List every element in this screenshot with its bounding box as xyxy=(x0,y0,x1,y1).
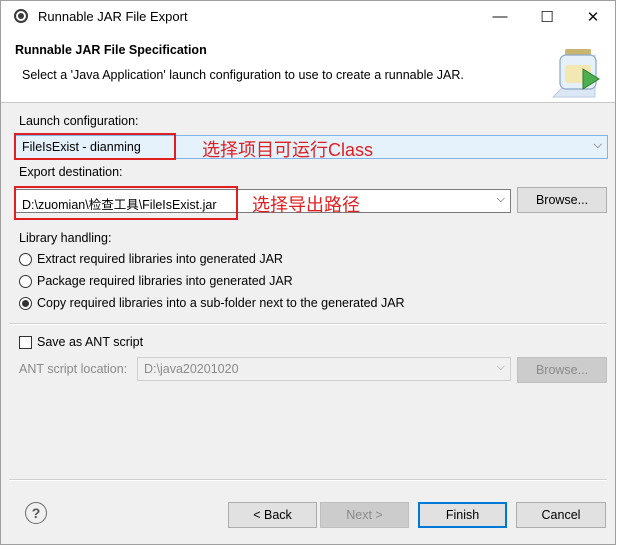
library-option-copy[interactable]: Copy required libraries into a sub-folde… xyxy=(19,294,405,312)
export-browse-button[interactable]: Browse... xyxy=(517,187,607,213)
chevron-down-icon: ⌵ xyxy=(593,139,602,151)
wizard-header: Runnable JAR File Specification Select a… xyxy=(1,32,615,103)
library-option-extract-label: Extract required libraries into generate… xyxy=(37,252,283,266)
separator xyxy=(9,323,607,325)
export-annotation-text: 选择导出路径 xyxy=(252,195,360,215)
radio-package[interactable] xyxy=(19,274,32,288)
title-bar: Runnable JAR File Export — ☐ ✕ xyxy=(1,1,615,32)
ant-location-input: D:\java20201020 ⌵ xyxy=(137,357,511,381)
maximize-button[interactable]: ☐ xyxy=(524,1,570,32)
close-button[interactable]: ✕ xyxy=(570,1,616,32)
launch-annotation-text: 选择项目可运行Class xyxy=(202,140,374,160)
footer-separator xyxy=(9,479,607,481)
save-ant-script[interactable]: Save as ANT script xyxy=(19,333,143,351)
eclipse-icon xyxy=(14,9,28,23)
ant-browse-button: Browse... xyxy=(517,357,607,383)
page-title: Runnable JAR File Specification xyxy=(15,43,207,57)
library-option-package-label: Package required libraries into generate… xyxy=(37,274,293,288)
window-title: Runnable JAR File Export xyxy=(38,9,188,24)
launch-configuration-label: Launch configuration: xyxy=(19,114,139,128)
ant-location-label: ANT script location: xyxy=(19,362,128,376)
next-button: Next > xyxy=(320,502,409,528)
library-handling-label: Library handling: xyxy=(19,231,112,245)
back-button[interactable]: < Back xyxy=(228,502,317,528)
finish-button[interactable]: Finish xyxy=(418,502,507,528)
library-option-copy-label: Copy required libraries into a sub-folde… xyxy=(37,296,405,310)
chevron-down-icon[interactable]: ⌵ xyxy=(497,193,505,206)
export-dialog: Runnable JAR File Export — ☐ ✕ Runnable … xyxy=(0,0,616,545)
export-destination-label: Export destination: xyxy=(19,165,123,179)
launch-configuration-value: FileIsExist - dianming xyxy=(22,140,141,154)
cancel-button[interactable]: Cancel xyxy=(516,502,606,528)
ant-location-value: D:\java20201020 xyxy=(144,362,239,376)
help-icon[interactable]: ? xyxy=(25,502,47,524)
export-destination-value: D:\zuomian\检查工具\FileIsExist.jar xyxy=(22,198,217,212)
library-option-package[interactable]: Package required libraries into generate… xyxy=(19,272,293,290)
page-description: Select a 'Java Application' launch confi… xyxy=(22,68,464,82)
radio-extract[interactable] xyxy=(19,252,32,266)
radio-copy[interactable] xyxy=(19,296,32,310)
save-ant-label: Save as ANT script xyxy=(37,335,144,349)
library-option-extract[interactable]: Extract required libraries into generate… xyxy=(19,250,283,268)
minimize-button[interactable]: — xyxy=(477,1,523,32)
jar-wizard-icon xyxy=(551,49,600,98)
save-ant-checkbox[interactable] xyxy=(19,335,32,349)
chevron-down-icon: ⌵ xyxy=(496,361,505,373)
